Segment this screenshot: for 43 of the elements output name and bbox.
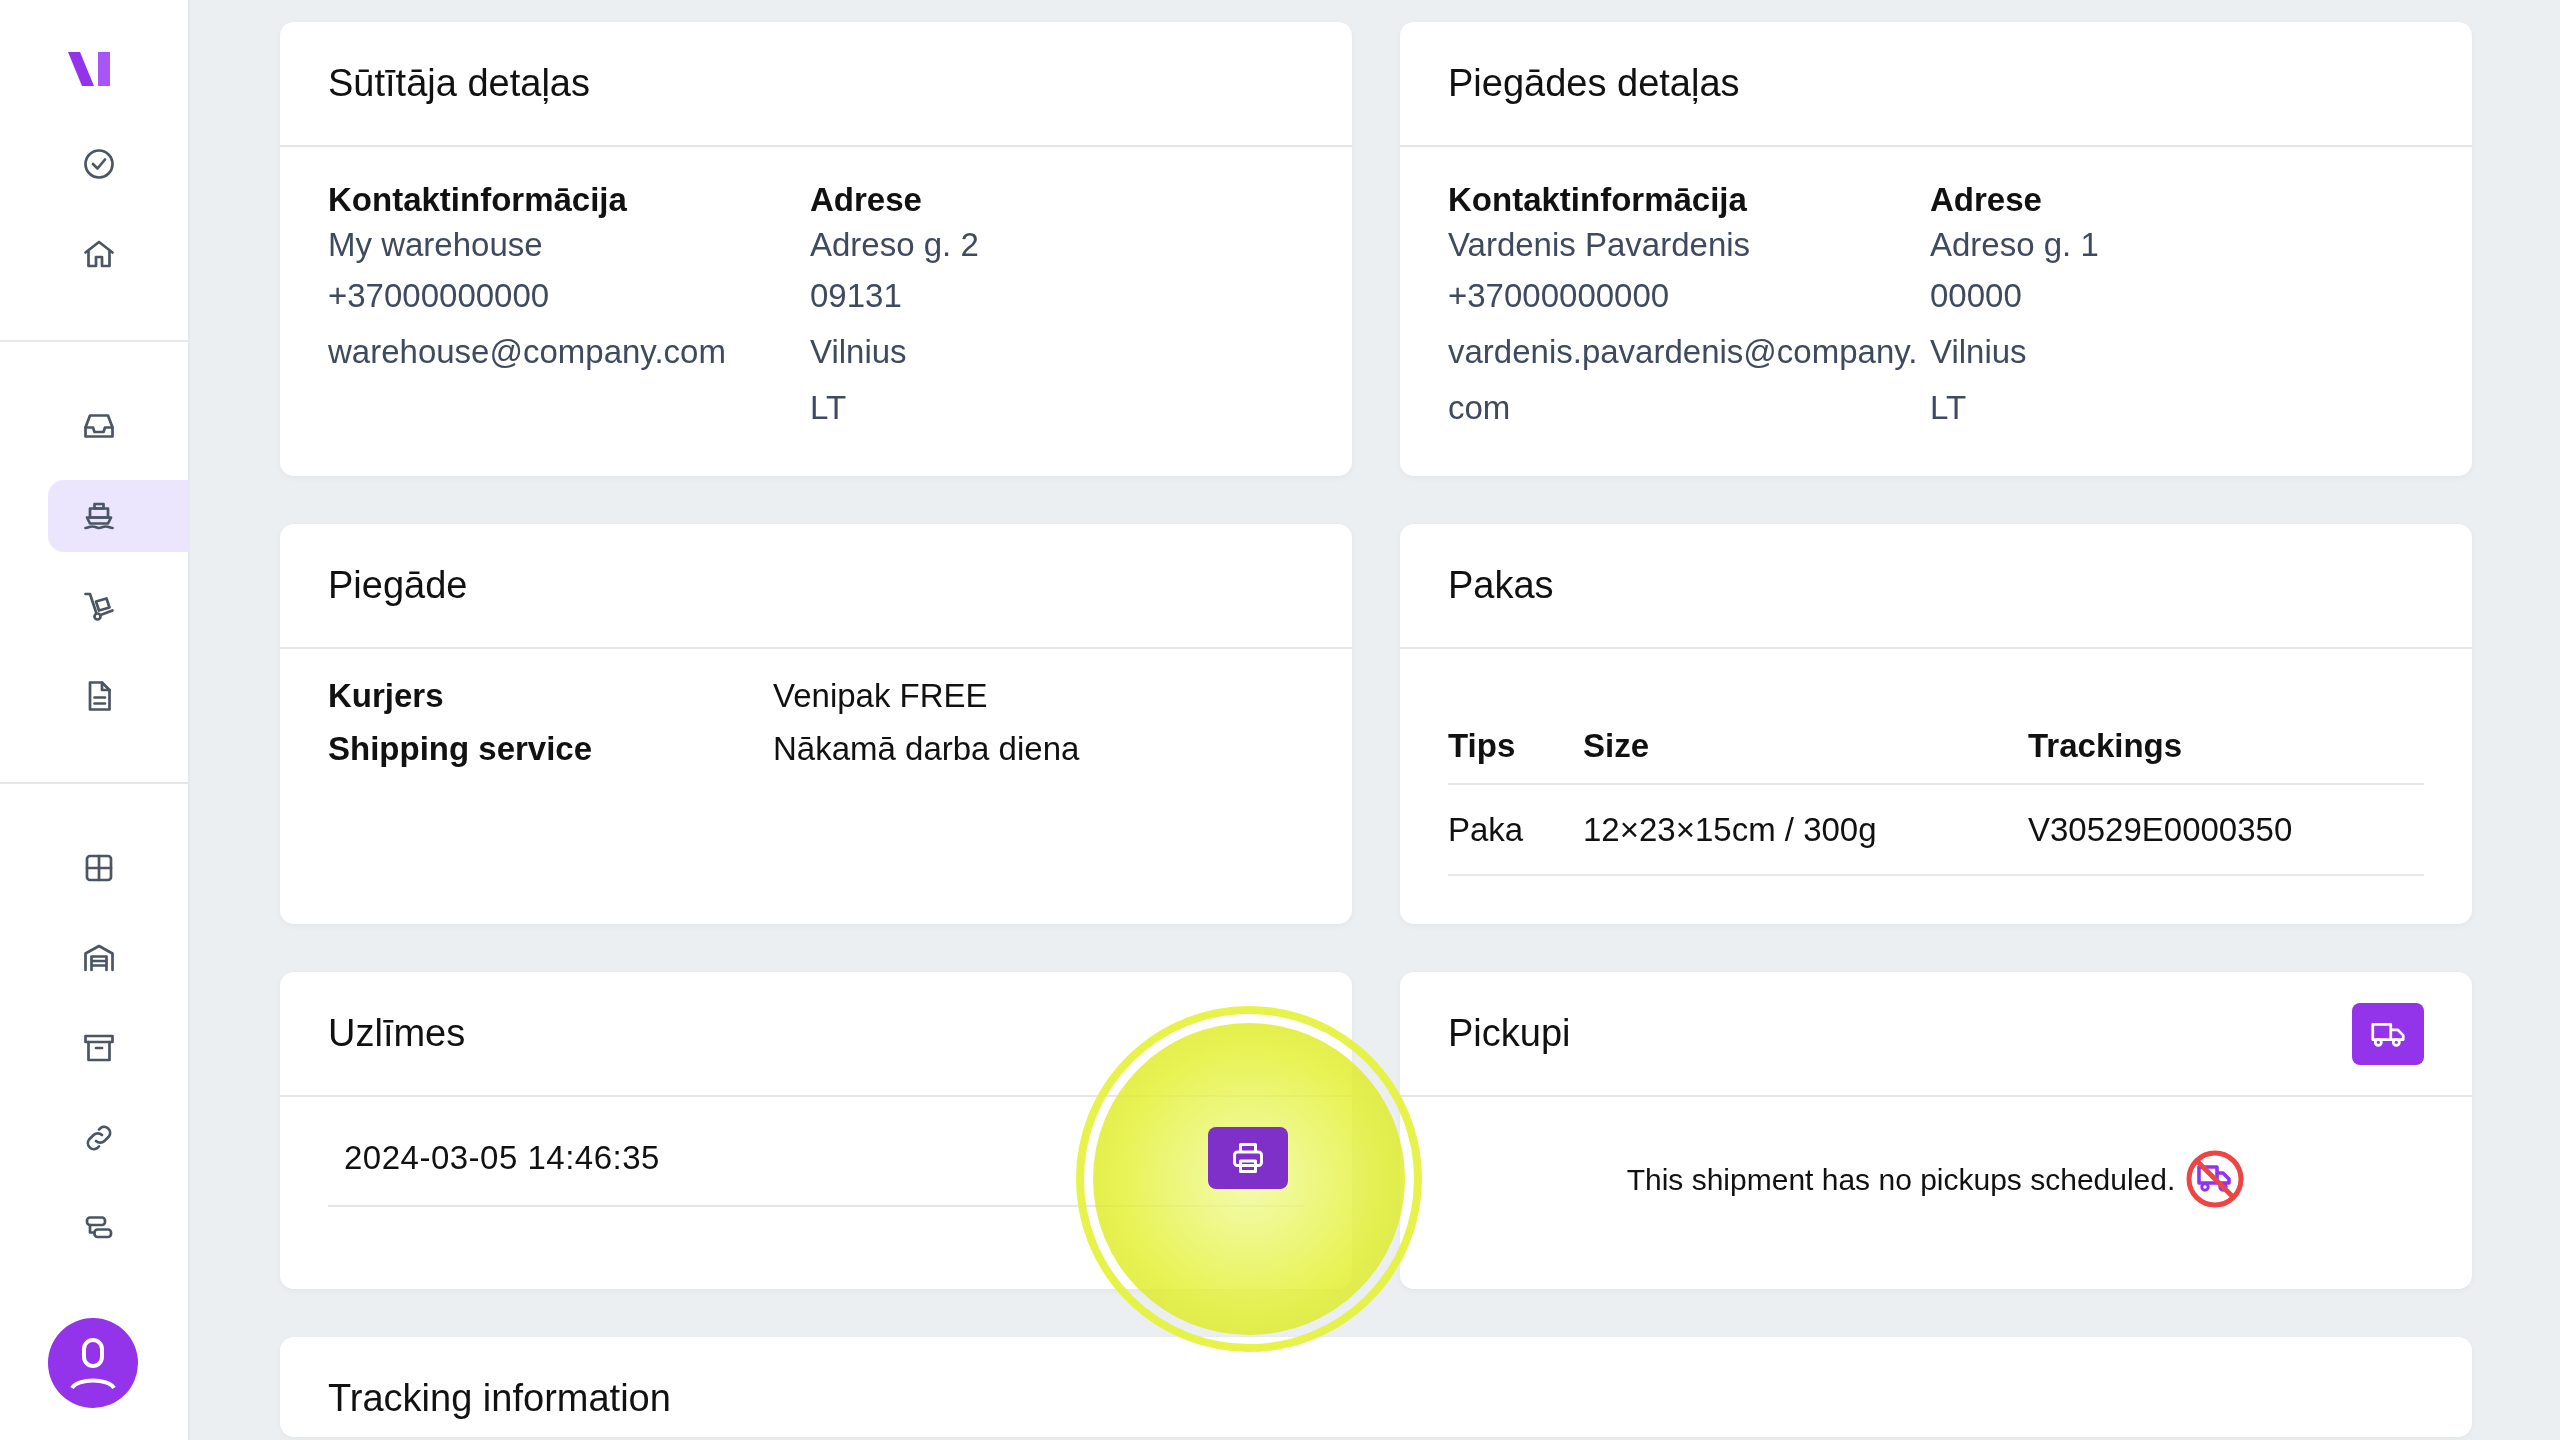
field-value: Venipak FREE bbox=[773, 676, 988, 716]
check-circle-icon bbox=[81, 146, 117, 182]
card-title: Piegāde bbox=[328, 562, 468, 608]
column-header: Trackings bbox=[2028, 709, 2424, 784]
table-cell: Paka bbox=[1448, 783, 1583, 875]
detail-text: 09131 bbox=[810, 275, 903, 316]
section-heading: Kontaktinformācija bbox=[328, 180, 628, 220]
detail-text: Adreso g. 2 bbox=[810, 224, 979, 265]
card-title: Pakas bbox=[1448, 562, 1554, 608]
field-label: Kurjers bbox=[328, 676, 445, 716]
card-title: Tracking information bbox=[328, 1375, 671, 1421]
table-cell: V30529E0000350 bbox=[2028, 783, 2424, 875]
card-title: Sūtītāja detaļas bbox=[328, 60, 590, 106]
card-title: Piegādes detaļas bbox=[1448, 60, 1740, 106]
label-date: 2024-03-05 14:46:35 bbox=[344, 1138, 660, 1179]
detail-text: LT bbox=[1930, 387, 1968, 428]
detail-text: LT bbox=[810, 387, 848, 428]
detail-text: +37000000000 bbox=[328, 275, 551, 316]
card-title: Pickupi bbox=[1448, 1010, 1571, 1056]
detail-text: My warehouse bbox=[328, 224, 544, 265]
field-label: Shipping service bbox=[328, 729, 594, 769]
empty-message: This shipment has no pickups scheduled. bbox=[1626, 1161, 2176, 1198]
card-title: Uzlīmes bbox=[328, 1010, 466, 1056]
section-heading: Adrese bbox=[1930, 180, 2043, 220]
column-header: Size bbox=[1583, 709, 2028, 784]
section-heading: Adrese bbox=[810, 180, 923, 220]
field-value: Nākamā darba diena bbox=[773, 729, 1080, 769]
detail-text: 00000 bbox=[1930, 275, 2023, 316]
detail-text: warehouse@company.com bbox=[328, 331, 727, 372]
detail-text: vardenis.pavardenis@company.com bbox=[1448, 331, 1919, 428]
section-heading: Kontaktinformācija bbox=[1448, 180, 1748, 220]
no-truck-icon bbox=[2185, 1149, 2246, 1209]
detail-text: Vardenis Pavardenis bbox=[1448, 224, 1752, 265]
schedule-pickup-button[interactable] bbox=[2352, 1002, 2424, 1065]
detail-text: Vilnius bbox=[1930, 331, 2028, 372]
printer-icon bbox=[1230, 1140, 1266, 1176]
sidebar-item[interactable] bbox=[48, 480, 190, 552]
table-cell: 12×23×15cm / 300g bbox=[1583, 783, 2028, 875]
print-button[interactable] bbox=[1208, 1127, 1288, 1189]
detail-text: Adreso g. 1 bbox=[1930, 224, 2099, 265]
detail-text: +37000000000 bbox=[1448, 275, 1671, 316]
detail-text: Vilnius bbox=[810, 331, 908, 372]
column-header: Tips bbox=[1448, 709, 1583, 784]
